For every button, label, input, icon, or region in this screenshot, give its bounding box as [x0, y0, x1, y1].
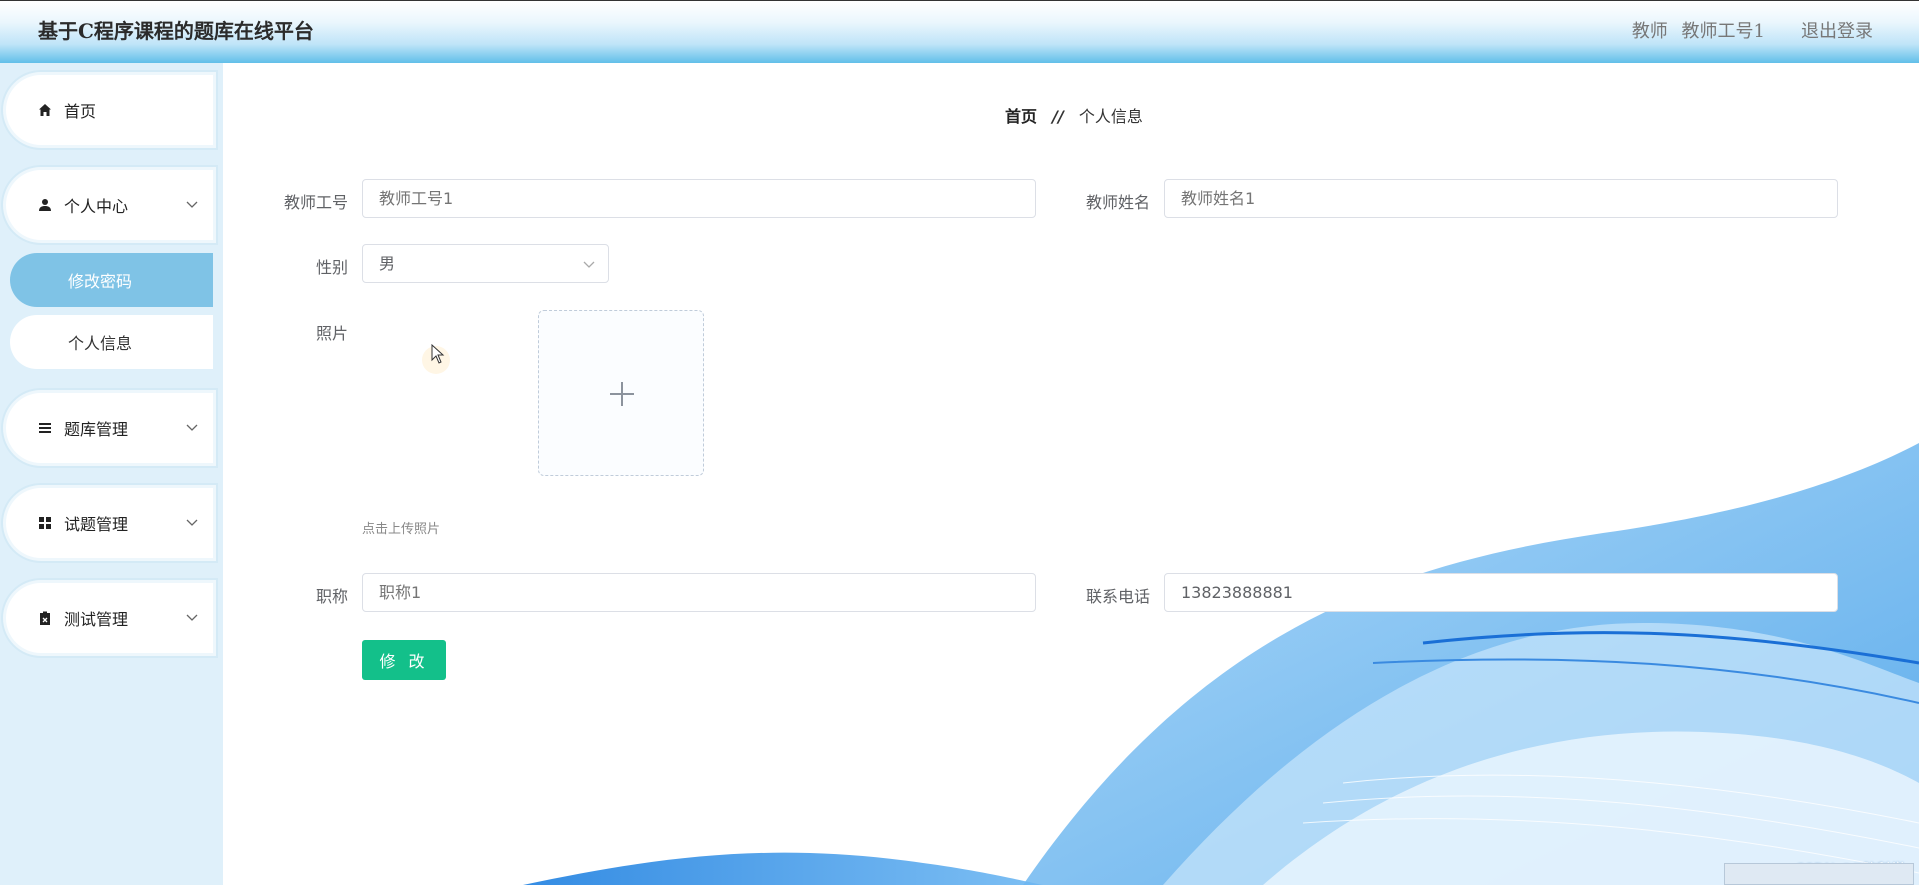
submit-button[interactable]: 修 改 — [362, 640, 446, 680]
clipboard-icon — [36, 609, 54, 627]
sidebar-item-question-bank[interactable]: 题库管理 — [6, 393, 213, 463]
top-header: 基于C程序课程的题库在线平台 教师 教师工号1 退出登录 — [0, 0, 1919, 63]
user-info: 教师 教师工号1 — [1632, 17, 1773, 43]
user-name: 教师工号1 — [1681, 21, 1765, 42]
home-icon — [36, 101, 54, 119]
list-icon — [36, 419, 54, 437]
photo-label: 照片 — [315, 324, 348, 343]
chevron-down-icon — [583, 261, 595, 268]
title-label: 职称 — [315, 587, 348, 606]
photo-upload-hint: 点击上传照片 — [362, 522, 441, 537]
system-tray — [1724, 863, 1914, 885]
logout-link[interactable]: 退出登录 — [1801, 17, 1873, 43]
breadcrumb-home[interactable]: 首页 — [1005, 107, 1037, 126]
sidebar-item-personal-info[interactable]: 个人信息 — [10, 315, 213, 369]
header-user-area: 教师 教师工号1 退出登录 — [1632, 17, 1873, 43]
breadcrumb-current: 个人信息 — [1078, 107, 1143, 126]
sidebar-item-label: 个人中心 — [64, 197, 129, 216]
gender-value: 男 — [379, 254, 396, 273]
sidebar-subitem-label: 修改密码 — [68, 272, 133, 291]
teacher-id-input[interactable] — [362, 179, 1036, 218]
mouse-cursor-icon — [431, 344, 445, 364]
teacher-id-label: 教师工号 — [283, 193, 348, 212]
sidebar-subitem-label: 个人信息 — [68, 334, 133, 353]
sidebar-item-label: 题库管理 — [64, 420, 129, 439]
title-input[interactable] — [362, 573, 1036, 612]
sidebar-item-label: 首页 — [64, 102, 97, 121]
photo-upload-box[interactable] — [538, 310, 704, 476]
phone-input[interactable] — [1164, 573, 1838, 612]
chevron-down-icon — [186, 519, 198, 526]
sidebar-item-exam-questions[interactable]: 试题管理 — [6, 488, 213, 558]
sidebar-item-home[interactable]: 首页 — [6, 75, 213, 145]
gender-select[interactable]: 男 — [362, 244, 609, 283]
chevron-down-icon — [186, 614, 198, 621]
sidebar-item-change-password[interactable]: 修改密码 — [10, 253, 213, 307]
breadcrumb-separator: // — [1052, 107, 1064, 126]
sidebar: 首页 个人中心 修改密码 个人信息 题库管理 试题管理 测试管理 — [0, 63, 223, 885]
plus-icon — [610, 382, 634, 406]
app-title: 基于C程序课程的题库在线平台 — [38, 19, 314, 43]
teacher-name-input[interactable] — [1164, 179, 1838, 218]
user-icon — [36, 196, 54, 214]
phone-label: 联系电话 — [1085, 587, 1150, 606]
breadcrumb: 首页 // 个人信息 — [1005, 103, 1143, 127]
sidebar-item-personal-center[interactable]: 个人中心 — [6, 170, 213, 240]
chevron-down-icon — [186, 201, 198, 208]
chevron-down-icon — [186, 424, 198, 431]
sidebar-item-label: 试题管理 — [64, 515, 129, 534]
teacher-name-label: 教师姓名 — [1085, 193, 1150, 212]
gender-label: 性别 — [315, 258, 348, 277]
grid-icon — [36, 514, 54, 532]
sidebar-item-label: 测试管理 — [64, 610, 129, 629]
main-content: 首页 // 个人信息 教师工号 教师姓名 性别 男 照片 点击上传照片 职称 联… — [223, 63, 1919, 885]
user-role: 教师 — [1631, 21, 1668, 42]
sidebar-item-test-management[interactable]: 测试管理 — [6, 583, 213, 653]
